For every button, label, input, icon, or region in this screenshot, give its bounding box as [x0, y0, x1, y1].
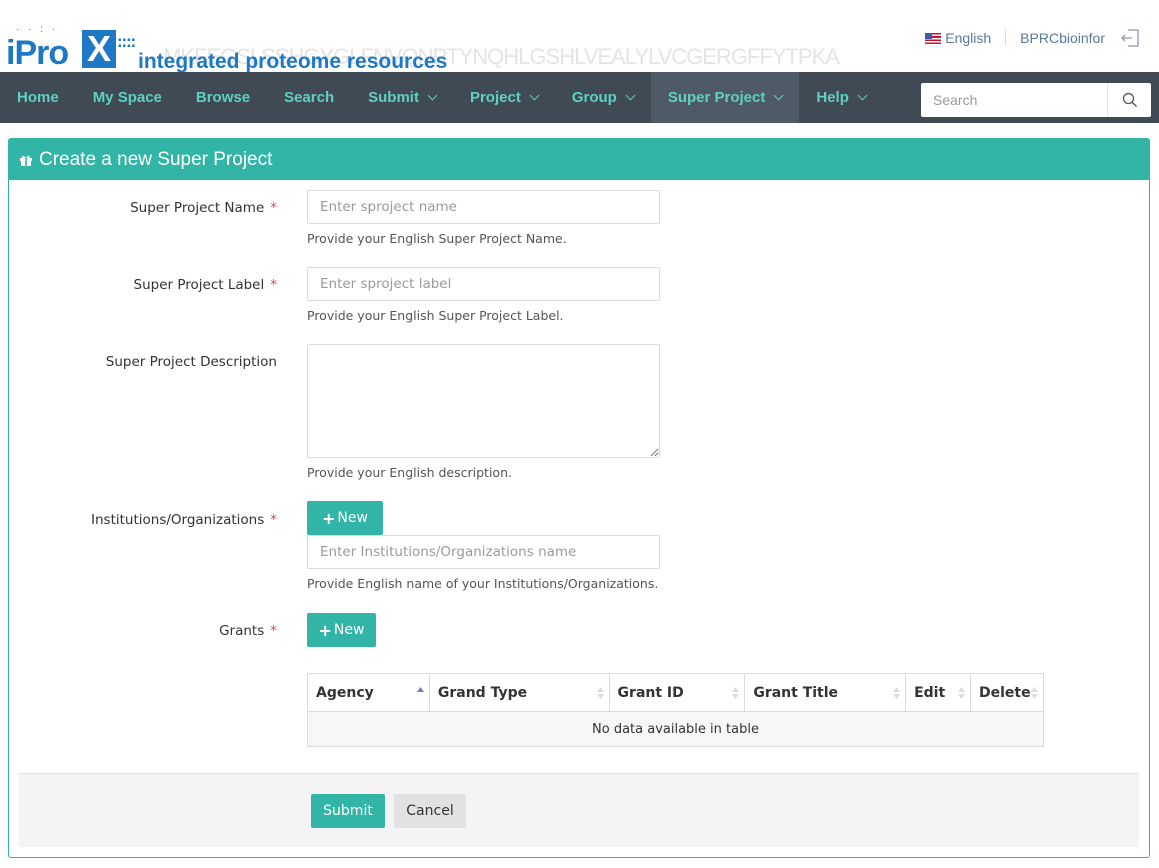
- super-project-name-label: Super Project Name *: [9, 200, 277, 216]
- nav-help[interactable]: Help: [799, 72, 883, 123]
- nav-home[interactable]: Home: [0, 72, 76, 123]
- search-icon: [1122, 92, 1137, 107]
- nav-group[interactable]: Group: [555, 72, 651, 123]
- main-navbar: Home My Space Browse Search Submit Proje…: [0, 72, 1159, 123]
- logo-x-mark: X: [82, 30, 116, 68]
- sort-both-icon: [596, 687, 604, 699]
- search-button[interactable]: [1107, 83, 1151, 117]
- column-header-edit[interactable]: Edit: [905, 673, 971, 712]
- column-header-grant-title[interactable]: Grant Title: [744, 673, 907, 712]
- chevron-down-icon: [625, 90, 636, 100]
- grants-label-text: Grants: [219, 623, 265, 639]
- empty-table-message: No data available in table: [307, 711, 1044, 747]
- add-institution-button-label: New: [337, 510, 368, 526]
- logo-subtitle: integrated proteome resources: [138, 50, 448, 73]
- panel-header: Create a new Super Project: [9, 139, 1149, 180]
- institutions-label-text: Institutions/Organizations: [91, 512, 265, 528]
- search-input[interactable]: [921, 83, 1107, 117]
- super-project-name-input[interactable]: [307, 190, 660, 224]
- grants-label: Grants *: [9, 623, 277, 639]
- iprox-logo[interactable]: · · : · iPro X ▪▪▪▪ ▪▪▪▪ integrated prote…: [6, 24, 466, 73]
- submit-button[interactable]: Submit: [311, 794, 385, 828]
- required-marker: *: [270, 623, 277, 639]
- add-institution-button[interactable]: + New: [307, 501, 383, 535]
- username-link[interactable]: BPRCbioinfor: [1006, 30, 1119, 46]
- add-grant-button[interactable]: + New: [307, 613, 376, 647]
- table-row: No data available in table: [307, 711, 1044, 747]
- nav-browse-label: Browse: [195, 89, 251, 106]
- nav-project-label: Project: [469, 89, 521, 106]
- language-label: English: [945, 30, 992, 46]
- super-project-name-help: Provide your English Super Project Name.: [307, 231, 567, 246]
- sort-both-icon: [1031, 687, 1038, 699]
- page-title: Create a new Super Project: [39, 148, 273, 170]
- nav-super-project[interactable]: Super Project: [650, 72, 800, 123]
- logout-icon[interactable]: [1119, 27, 1141, 49]
- nav-group-label: Group: [571, 89, 617, 106]
- nav-my-space[interactable]: My Space: [76, 72, 179, 123]
- nav-browse[interactable]: Browse: [179, 72, 267, 123]
- cancel-button[interactable]: Cancel: [394, 794, 466, 828]
- sort-both-icon: [732, 687, 740, 699]
- column-header-delete[interactable]: Delete: [970, 673, 1044, 712]
- language-switcher[interactable]: English: [925, 30, 1007, 46]
- grants-table: Agency Grand Type Grant ID Grant Title E…: [307, 673, 1044, 747]
- required-marker: *: [270, 200, 277, 216]
- super-project-name-label-text: Super Project Name: [130, 200, 265, 216]
- column-header-edit-label: Edit: [914, 684, 946, 701]
- column-header-agency-label: Agency: [316, 684, 374, 701]
- nav-my-space-label: My Space: [92, 89, 162, 106]
- super-project-label-label-text: Super Project Label: [133, 277, 265, 293]
- chevron-down-icon: [857, 90, 868, 100]
- us-flag-icon: [925, 32, 942, 44]
- nav-search-label: Search: [284, 89, 335, 106]
- nav-super-project-label: Super Project: [667, 89, 766, 106]
- nav-search[interactable]: Search: [267, 72, 351, 123]
- chevron-down-icon: [427, 90, 438, 100]
- super-project-description-label: Super Project Description: [9, 354, 277, 370]
- nav-submit-label: Submit: [368, 89, 419, 106]
- column-header-delete-label: Delete: [979, 684, 1031, 701]
- sort-both-icon: [958, 687, 965, 699]
- form-actions: Submit Cancel: [19, 773, 1139, 847]
- create-super-project-panel: Create a new Super Project Super Project…: [8, 138, 1150, 858]
- super-project-label-help: Provide your English Super Project Label…: [307, 308, 564, 323]
- column-header-grand-type[interactable]: Grand Type: [428, 673, 610, 712]
- nav-submit[interactable]: Submit: [351, 72, 453, 123]
- add-grant-button-label: New: [333, 622, 365, 638]
- sort-asc-icon: [416, 687, 424, 692]
- grants-table-header-row: Agency Grand Type Grant ID Grant Title E…: [307, 673, 1044, 712]
- column-header-grant-id[interactable]: Grant ID: [608, 673, 746, 712]
- site-header: …MKFEGSLSSHGYGLFNVQNPTYNQHLGSHLVEALYLVCG…: [0, 0, 1159, 73]
- plus-icon: +: [322, 508, 336, 528]
- gift-icon: [20, 155, 32, 166]
- required-marker: *: [270, 277, 277, 293]
- chevron-down-icon: [529, 90, 540, 100]
- column-header-grant-id-label: Grant ID: [617, 684, 684, 701]
- super-project-description-textarea[interactable]: [307, 344, 660, 458]
- nav-home-label: Home: [17, 89, 59, 106]
- required-marker: *: [270, 512, 277, 528]
- super-project-description-help: Provide your English description.: [307, 465, 512, 480]
- sort-both-icon: [893, 687, 901, 699]
- super-project-label-input[interactable]: [307, 267, 660, 301]
- logo-ipro-text: iPro: [6, 34, 69, 72]
- nav-help-label: Help: [816, 89, 849, 106]
- chevron-down-icon: [773, 90, 784, 100]
- institutions-label: Institutions/Organizations *: [9, 512, 277, 528]
- nav-search-box: [921, 83, 1151, 117]
- plus-icon: +: [318, 620, 332, 640]
- nav-project[interactable]: Project: [453, 72, 555, 123]
- column-header-agency[interactable]: Agency: [307, 673, 430, 712]
- super-project-description-label-text: Super Project Description: [105, 354, 277, 370]
- column-header-grant-title-label: Grant Title: [753, 684, 839, 701]
- super-project-label-label: Super Project Label *: [9, 277, 278, 293]
- institutions-help: Provide English name of your Institution…: [307, 576, 659, 591]
- logo-grid-dots: ▪▪▪▪ ▪▪▪▪: [118, 35, 137, 52]
- institution-name-input[interactable]: [307, 535, 660, 569]
- user-area: English BPRCbioinfor: [925, 27, 1141, 49]
- column-header-grand-type-label: Grand Type: [437, 684, 528, 701]
